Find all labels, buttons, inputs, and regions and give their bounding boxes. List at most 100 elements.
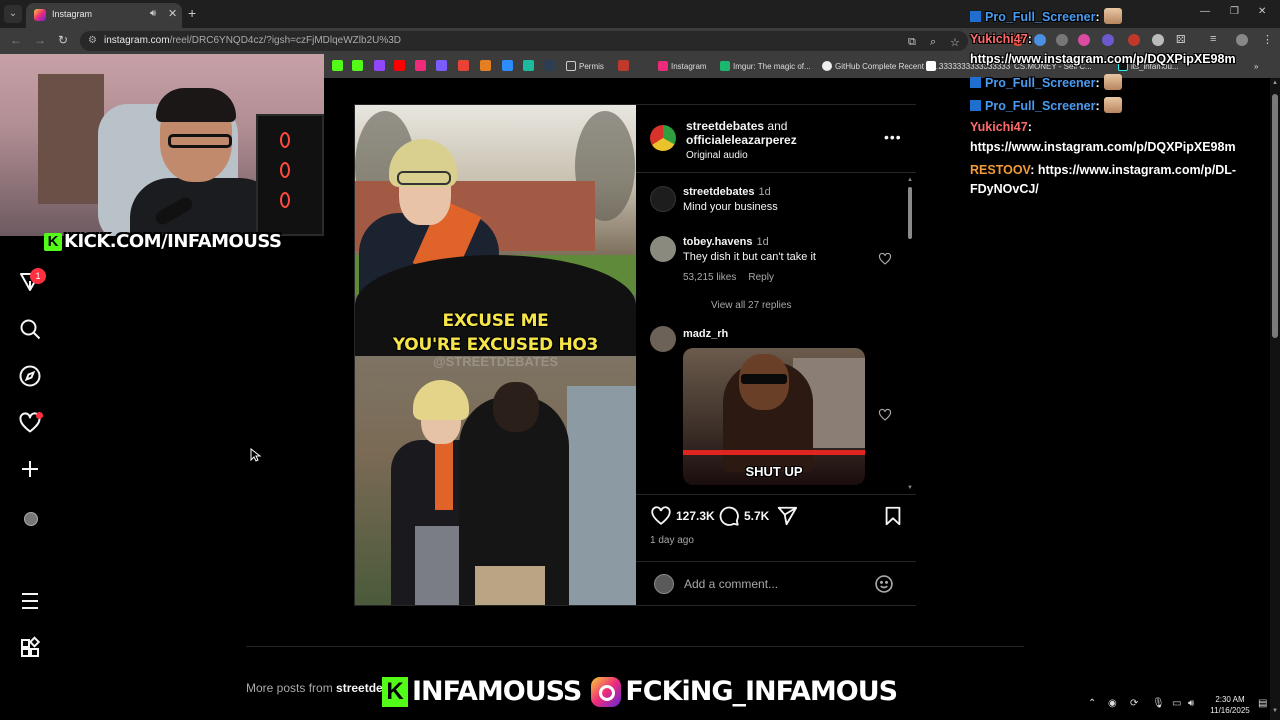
comment-gif[interactable]: SHUT UP	[683, 348, 865, 485]
tray-volume-icon[interactable]: 🔊︎	[1188, 698, 1194, 709]
chat-separator: :	[1027, 120, 1032, 134]
close-window-icon[interactable]: ✕	[1258, 6, 1266, 17]
video-bystander	[567, 386, 636, 605]
reload-icon[interactable]: ↻	[58, 33, 68, 47]
coauthor-link[interactable]: officialeleazarperez	[686, 133, 797, 147]
nav-also-from-meta-icon[interactable]	[18, 636, 42, 660]
page-scroll-thumb[interactable]	[1272, 94, 1278, 338]
bookmark-folder-permis[interactable]: Permis	[566, 59, 604, 73]
address-bar[interactable]: ⚙ instagram.com/reel/DRC6YNQD4cz/?igsh=c…	[80, 31, 968, 51]
bookmark-icon[interactable]	[480, 60, 491, 71]
comment-bubble-icon[interactable]	[718, 505, 740, 527]
likes-count[interactable]: 127.3K	[676, 509, 715, 523]
nav-explore-icon[interactable]	[18, 364, 42, 388]
add-comment-input[interactable]	[684, 574, 864, 594]
webcam-pc-fan	[280, 162, 290, 178]
bookmark-youtube-icon[interactable]	[394, 60, 405, 71]
comment-likes[interactable]: 53,215 likes	[683, 272, 736, 283]
extension-icon[interactable]	[1152, 34, 1164, 46]
comment-like-heart-icon[interactable]	[878, 408, 892, 422]
comments-scrollbar[interactable]: ▲ ▼	[906, 177, 914, 493]
tray-network-icon[interactable]: ▭	[1172, 698, 1181, 709]
maximize-icon[interactable]: ❐	[1230, 6, 1239, 17]
extension-icon[interactable]	[1056, 34, 1068, 46]
folder-icon	[566, 61, 576, 71]
bookmarks-more-icon[interactable]: »	[1254, 59, 1258, 73]
page-scrollbar[interactable]: ▲ ▼	[1270, 78, 1280, 720]
nav-profile-avatar[interactable]	[24, 512, 38, 526]
minimize-icon[interactable]: —	[1200, 6, 1210, 17]
extension-icon[interactable]	[1034, 34, 1046, 46]
tray-discord-icon[interactable]: ◉	[1108, 698, 1117, 709]
like-heart-icon[interactable]	[650, 505, 672, 527]
extension-icon[interactable]	[1102, 34, 1114, 46]
comment-avatar[interactable]	[650, 236, 676, 262]
tray-notifications-icon[interactable]: ▤	[1258, 698, 1267, 709]
emoji-picker-icon[interactable]	[874, 574, 894, 594]
comment-user-link[interactable]: madz_rh	[683, 328, 728, 340]
post-actions: 127.3K 5.7K 1 day ago	[636, 494, 916, 605]
bookmark-gmail-icon[interactable]	[458, 60, 469, 71]
scroll-down-icon[interactable]: ▼	[906, 485, 914, 491]
bookmark-instagram-icon[interactable]	[415, 60, 426, 71]
comment-avatar[interactable]	[650, 326, 676, 352]
more-menu-icon[interactable]: ⋮	[1262, 33, 1273, 46]
bookmark-kick-icon[interactable]	[332, 60, 343, 71]
bookmark-kick-icon[interactable]	[352, 60, 363, 71]
tab-search-button[interactable]: ⌄	[4, 5, 22, 23]
site-info-icon[interactable]: ⚙	[88, 35, 97, 46]
new-tab-button[interactable]: +	[188, 5, 196, 21]
tray-chevron-icon[interactable]: ⌃	[1088, 698, 1096, 709]
tab-instagram[interactable]: Instagram 🔊︎ ✕	[26, 3, 182, 28]
tray-sync-icon[interactable]: ⟳	[1130, 698, 1138, 709]
media-icon[interactable]: ≡	[1210, 33, 1216, 45]
view-replies-button[interactable]: View all 27 replies	[711, 300, 791, 311]
more-posts-user-link[interactable]: streetde	[336, 681, 383, 695]
author-avatar[interactable]	[650, 125, 676, 151]
original-audio-link[interactable]: Original audio	[686, 150, 748, 161]
bookmark-icon[interactable]	[544, 60, 555, 71]
scroll-up-icon[interactable]: ▲	[906, 177, 914, 183]
nav-more-menu-icon[interactable]	[18, 589, 42, 613]
comments-count[interactable]: 5.7K	[744, 509, 769, 523]
comment-user-link[interactable]: streetdebates	[683, 186, 755, 198]
install-icon[interactable]: ⧉	[908, 36, 916, 49]
bookmark-icon[interactable]	[618, 60, 629, 71]
speaker-icon[interactable]: 🔊︎	[150, 8, 156, 19]
bookmark-twitch-icon[interactable]	[374, 60, 385, 71]
bookmark-imgur[interactable]: Imgur: The magic of...	[720, 59, 811, 73]
comment-like-heart-icon[interactable]	[878, 252, 892, 266]
nav-search-icon[interactable]	[18, 317, 42, 341]
forward-icon[interactable]: →	[34, 33, 46, 47]
back-icon[interactable]: ←	[10, 33, 22, 47]
bookmark-star-icon[interactable]: ☆	[950, 36, 960, 49]
video-man-head	[493, 382, 539, 432]
bookmark-icon[interactable]	[436, 60, 447, 71]
zoom-icon[interactable]: ⌕	[930, 36, 936, 49]
chat-separator: :	[1030, 163, 1035, 177]
extensions-puzzle-icon[interactable]: ⚄	[1176, 33, 1186, 46]
bookmark-icon[interactable]	[502, 60, 513, 71]
bookmark-github[interactable]: GitHub Complete Recent Di...	[822, 59, 940, 73]
comment-reply-button[interactable]: Reply	[748, 272, 774, 283]
comments-scroll-thumb[interactable]	[908, 187, 912, 239]
reel-video[interactable]: EXCUSE ME YOU'RE EXCUSED HO3 @STREETDEBA…	[355, 105, 636, 605]
extension-icon[interactable]	[1128, 34, 1140, 46]
tab-close-icon[interactable]: ✕	[168, 7, 177, 20]
page-scroll-up-icon[interactable]: ▲	[1270, 80, 1280, 86]
author-link[interactable]: streetdebates	[686, 119, 764, 133]
taskbar-clock[interactable]: 2:30 AM 11/16/2025	[1204, 694, 1256, 716]
comment-user-link[interactable]: tobey.havens	[683, 236, 753, 248]
bookmark-icon[interactable]	[523, 60, 534, 71]
bookmark-instagram[interactable]: Instagram	[658, 59, 707, 73]
comment-avatar[interactable]	[650, 186, 676, 212]
profile-avatar[interactable]	[1236, 34, 1248, 46]
nav-create-icon[interactable]	[18, 457, 42, 481]
webcam-streamer-hair	[156, 88, 236, 122]
post-options-button[interactable]: •••	[884, 129, 902, 145]
share-send-icon[interactable]	[776, 505, 798, 527]
save-bookmark-icon[interactable]	[882, 505, 904, 527]
tray-microphone-icon[interactable]: 🎙︎	[1152, 698, 1165, 709]
page-scroll-down-icon[interactable]: ▼	[1270, 708, 1280, 714]
extension-icon[interactable]	[1078, 34, 1090, 46]
